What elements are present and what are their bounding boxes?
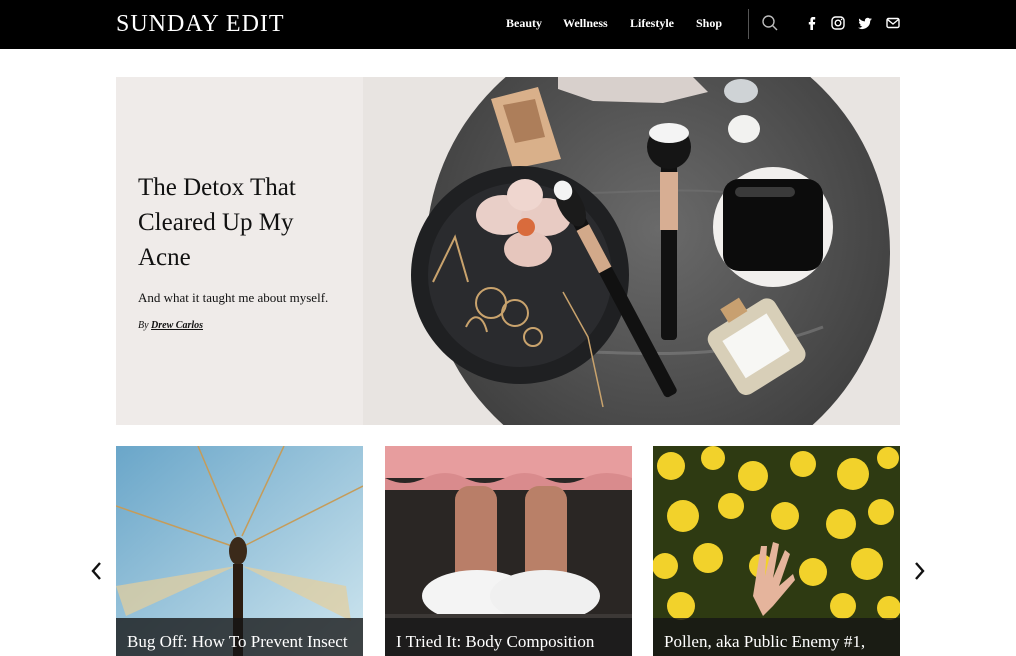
hero-title[interactable]: The Detox That Cleared Up My Acne xyxy=(138,170,348,275)
nav-item-lifestyle[interactable]: Lifestyle xyxy=(630,16,674,31)
article-card-1[interactable]: Bug Off: How To Prevent Insect xyxy=(116,446,363,656)
facebook-icon[interactable] xyxy=(803,14,821,32)
nav-item-wellness[interactable]: Wellness xyxy=(563,16,608,31)
article-card-caption: I Tried It: Body Composition xyxy=(385,618,632,656)
hero-subtitle: And what it taught me about myself. xyxy=(138,290,329,305)
instagram-icon[interactable] xyxy=(829,14,847,32)
twitter-icon[interactable] xyxy=(856,14,874,32)
hero-byline: By Drew Carlos xyxy=(138,320,203,331)
article-card-caption: Bug Off: How To Prevent Insect xyxy=(116,618,363,656)
hero-image[interactable] xyxy=(363,77,900,425)
chevron-left-icon[interactable] xyxy=(89,560,105,582)
email-icon[interactable] xyxy=(884,14,902,32)
nav-item-shop[interactable]: Shop xyxy=(696,16,722,31)
site-logo[interactable]: SUNDAY EDIT xyxy=(116,9,285,39)
article-card-title[interactable]: Bug Off: How To Prevent Insect xyxy=(127,632,348,652)
search-icon[interactable] xyxy=(761,14,779,32)
hero-feature[interactable]: The Detox That Cleared Up My Acne And wh… xyxy=(116,77,900,425)
header-bar: SUNDAY EDIT Beauty Wellness Lifestyle Sh… xyxy=(0,0,1016,49)
article-card-3[interactable]: Pollen, aka Public Enemy #1, xyxy=(653,446,900,656)
hero-text-panel: The Detox That Cleared Up My Acne And wh… xyxy=(116,77,363,425)
nav-item-beauty[interactable]: Beauty xyxy=(506,16,542,31)
chevron-right-icon[interactable] xyxy=(911,560,927,582)
header-divider xyxy=(748,9,749,39)
article-card-caption: Pollen, aka Public Enemy #1, xyxy=(653,618,900,656)
hero-author-link[interactable]: Drew Carlos xyxy=(151,320,203,331)
article-card-title[interactable]: Pollen, aka Public Enemy #1, xyxy=(664,632,865,652)
article-card-title[interactable]: I Tried It: Body Composition xyxy=(396,632,594,652)
byline-prefix: By xyxy=(138,320,149,331)
article-card-2[interactable]: I Tried It: Body Composition xyxy=(385,446,632,656)
